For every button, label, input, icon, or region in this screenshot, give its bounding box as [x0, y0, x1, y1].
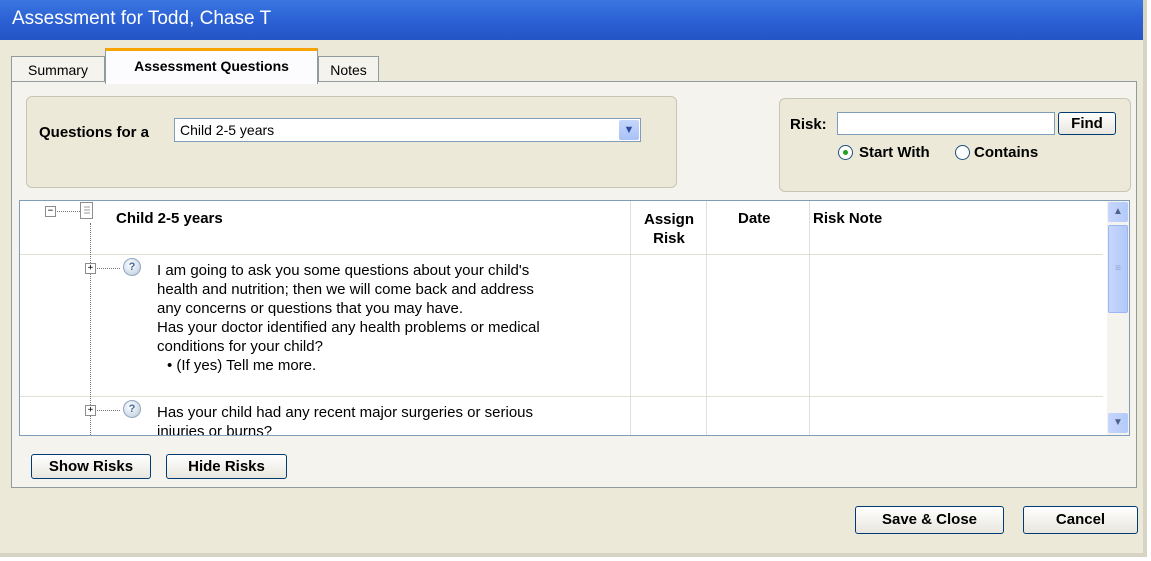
title-bar[interactable]: Assessment for Todd, Chase T: [0, 0, 1143, 40]
tab-notes-label: Notes: [330, 62, 367, 78]
risk-label: Risk:: [790, 116, 827, 133]
question-text[interactable]: Has your child had any recent major surg…: [157, 403, 627, 436]
tab-assessment-questions-label: Assessment Questions: [134, 58, 289, 74]
column-divider: [630, 201, 631, 435]
tab-notes[interactable]: Notes: [318, 56, 379, 82]
scroll-up-icon[interactable]: ▲: [1108, 202, 1128, 222]
tree-line: [95, 410, 120, 411]
question-line: any concerns or questions that you may h…: [157, 300, 464, 317]
row-divider: [20, 396, 1103, 397]
question-line: injuries or burns?: [157, 423, 273, 436]
contains-label[interactable]: Contains: [974, 144, 1038, 161]
column-divider: [706, 201, 707, 435]
risk-note-column-header: Risk Note: [813, 210, 883, 227]
risk-search-group: Risk: Find Start With Contains: [779, 98, 1131, 192]
start-with-radio[interactable]: [838, 145, 853, 160]
start-with-label[interactable]: Start With: [859, 144, 930, 161]
show-risks-button[interactable]: Show Risks: [31, 454, 151, 479]
risk-search-input[interactable]: [837, 112, 1055, 135]
question-text[interactable]: I am going to ask you some questions abo…: [157, 261, 627, 375]
cancel-button[interactable]: Cancel: [1023, 506, 1138, 534]
column-divider: [809, 201, 810, 435]
assessment-window: Assessment for Todd, Chase T Summary Ass…: [0, 0, 1147, 557]
expand-icon[interactable]: +: [85, 405, 96, 416]
questions-for-group: Questions for a Child 2-5 years ▼: [26, 96, 677, 188]
question-line: Has your doctor identified any health pr…: [157, 319, 540, 336]
assessment-questions-panel: Questions for a Child 2-5 years ▼ Risk: …: [11, 81, 1137, 488]
hide-risks-button[interactable]: Hide Risks: [166, 454, 287, 479]
expand-icon[interactable]: +: [85, 263, 96, 274]
question-line: Has your child had any recent major surg…: [157, 404, 534, 421]
tree-root-label[interactable]: Child 2-5 years: [116, 210, 223, 227]
tab-summary-label: Summary: [28, 62, 88, 78]
question-line: • (If yes) Tell me more.: [167, 357, 317, 374]
save-close-button[interactable]: Save & Close: [855, 506, 1004, 534]
collapse-icon[interactable]: −: [45, 206, 56, 217]
row-divider: [20, 254, 1103, 255]
tree-line: [95, 268, 120, 269]
question-line: conditions for your child?: [157, 338, 323, 355]
question-icon: ?: [123, 258, 141, 276]
age-group-select[interactable]: Child 2-5 years ▼: [174, 118, 641, 142]
find-button[interactable]: Find: [1058, 112, 1116, 135]
vertical-scrollbar[interactable]: ▲ ≡ ▼: [1107, 201, 1129, 435]
tab-assessment-questions[interactable]: Assessment Questions: [105, 48, 318, 84]
window-title: Assessment for Todd, Chase T: [12, 8, 272, 29]
questions-tree-grid: − Child 2-5 years Assign Risk Date Risk …: [19, 200, 1130, 436]
document-icon: [80, 202, 93, 219]
contains-radio[interactable]: [955, 145, 970, 160]
question-line: health and nutrition; then we will come …: [157, 281, 534, 298]
question-icon: ?: [123, 400, 141, 418]
date-column-header: Date: [738, 210, 771, 227]
question-line: I am going to ask you some questions abo…: [157, 262, 530, 279]
tab-summary[interactable]: Summary: [11, 56, 105, 82]
chevron-down-icon[interactable]: ▼: [619, 120, 639, 140]
age-group-value: Child 2-5 years: [180, 122, 275, 138]
assign-risk-column-header: Assign Risk: [643, 211, 694, 247]
scroll-thumb[interactable]: ≡: [1108, 225, 1128, 313]
scroll-down-icon[interactable]: ▼: [1108, 413, 1128, 433]
questions-for-label: Questions for a: [39, 124, 150, 141]
